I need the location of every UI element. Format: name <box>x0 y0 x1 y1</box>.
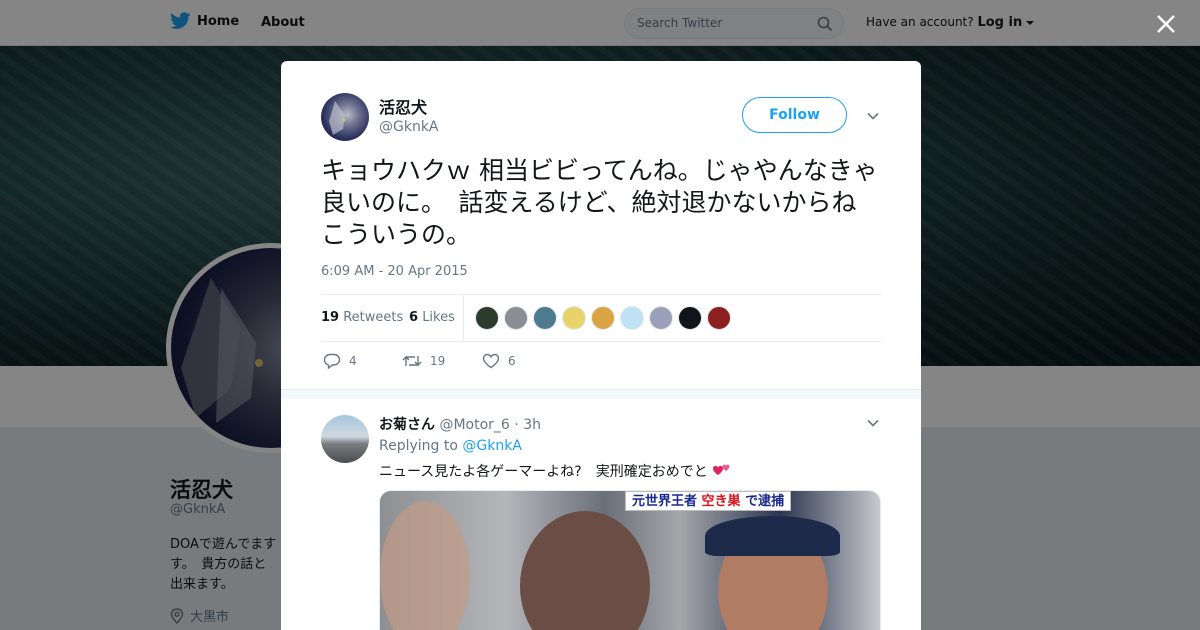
liker-avatar[interactable] <box>504 306 528 330</box>
photo-news-caption: 元世界王者 空き巣 で逮捕 <box>625 491 792 511</box>
follow-button[interactable]: Follow <box>742 97 847 133</box>
liker-avatar[interactable] <box>533 306 557 330</box>
two-hearts-emoji-icon <box>713 464 730 475</box>
tweet-timestamp[interactable]: 6:09 AM - 20 Apr 2015 <box>321 264 468 279</box>
photo-police-cap <box>705 516 840 556</box>
photo-caption-part-c: で逮捕 <box>745 494 785 509</box>
likes-count: 6 <box>409 310 419 325</box>
close-icon[interactable] <box>1154 12 1178 36</box>
liker-avatar[interactable] <box>475 306 499 330</box>
like-action[interactable]: 6 <box>482 353 516 369</box>
likes-label: Likes <box>422 310 455 325</box>
retweet-action[interactable]: 19 <box>402 353 445 369</box>
photo-blurred-face <box>380 501 470 630</box>
replying-to-handle-link[interactable]: @GknkA <box>462 438 522 454</box>
tweet-text: キョウハクｗ 相当ビビってんね。じゃやんなきゃ良いのに。 話変えるけど、絶対退か… <box>321 156 878 249</box>
tweet-stats: 19 Retweets 6 Likes <box>321 294 881 342</box>
likes-stat[interactable]: 6 Likes <box>409 310 455 325</box>
liker-avatar[interactable] <box>678 306 702 330</box>
reply-author-name[interactable]: お菊さん <box>379 417 435 433</box>
wolf-avatar-image <box>329 101 346 135</box>
retweets-label: Retweets <box>343 310 404 325</box>
liker-avatar[interactable] <box>591 306 615 330</box>
retweet-count: 19 <box>430 354 446 368</box>
photo-person-head <box>520 511 650 630</box>
replying-to: Replying to @GknkA <box>379 438 522 454</box>
replying-to-label: Replying to <box>379 438 458 454</box>
chevron-down-icon[interactable] <box>866 416 880 430</box>
photo-caption-part-a: 元世界王者 <box>632 494 698 509</box>
heart-icon <box>482 353 500 369</box>
reply-header: お菊さん @Motor_6 · 3h <box>379 414 541 434</box>
likers-avatars <box>475 306 731 330</box>
retweets-stat[interactable]: 19 Retweets <box>321 310 403 325</box>
author-avatar[interactable] <box>321 93 369 141</box>
liker-avatar[interactable] <box>620 306 644 330</box>
like-count: 6 <box>508 354 516 368</box>
stats-divider <box>463 295 464 341</box>
liker-avatar[interactable] <box>562 306 586 330</box>
reply-attached-photo[interactable]: 元世界王者 空き巣 で逮捕 <box>379 490 881 630</box>
chevron-down-icon[interactable] <box>866 109 880 123</box>
reply-dot: · <box>514 417 519 433</box>
reply-action[interactable]: 4 <box>323 353 357 369</box>
retweets-count: 19 <box>321 310 340 325</box>
liker-avatar[interactable] <box>649 306 673 330</box>
reply-time[interactable]: 3h <box>523 417 541 433</box>
reply-count: 4 <box>349 354 357 368</box>
author-name[interactable]: 活忍犬 <box>379 94 427 118</box>
replies-separator <box>281 389 921 399</box>
reply-icon <box>323 353 341 369</box>
tweet-modal: 活忍犬 @GknkA Follow キョウハクｗ 相当ビビってんね。じゃやんなき… <box>281 61 921 630</box>
reply-text-body: ニュース見たよ各ゲーマーよね? 実刑確定おめでと <box>379 464 708 480</box>
author-handle[interactable]: @GknkA <box>379 119 439 135</box>
reply-author-avatar[interactable] <box>321 415 369 463</box>
reply-author-handle[interactable]: @Motor_6 <box>439 417 509 433</box>
liker-avatar[interactable] <box>707 306 731 330</box>
retweet-icon <box>402 356 422 366</box>
photo-caption-part-b: 空き巣 <box>701 494 741 509</box>
reply-text: ニュース見たよ各ゲーマーよね? 実刑確定おめでと <box>379 461 732 481</box>
